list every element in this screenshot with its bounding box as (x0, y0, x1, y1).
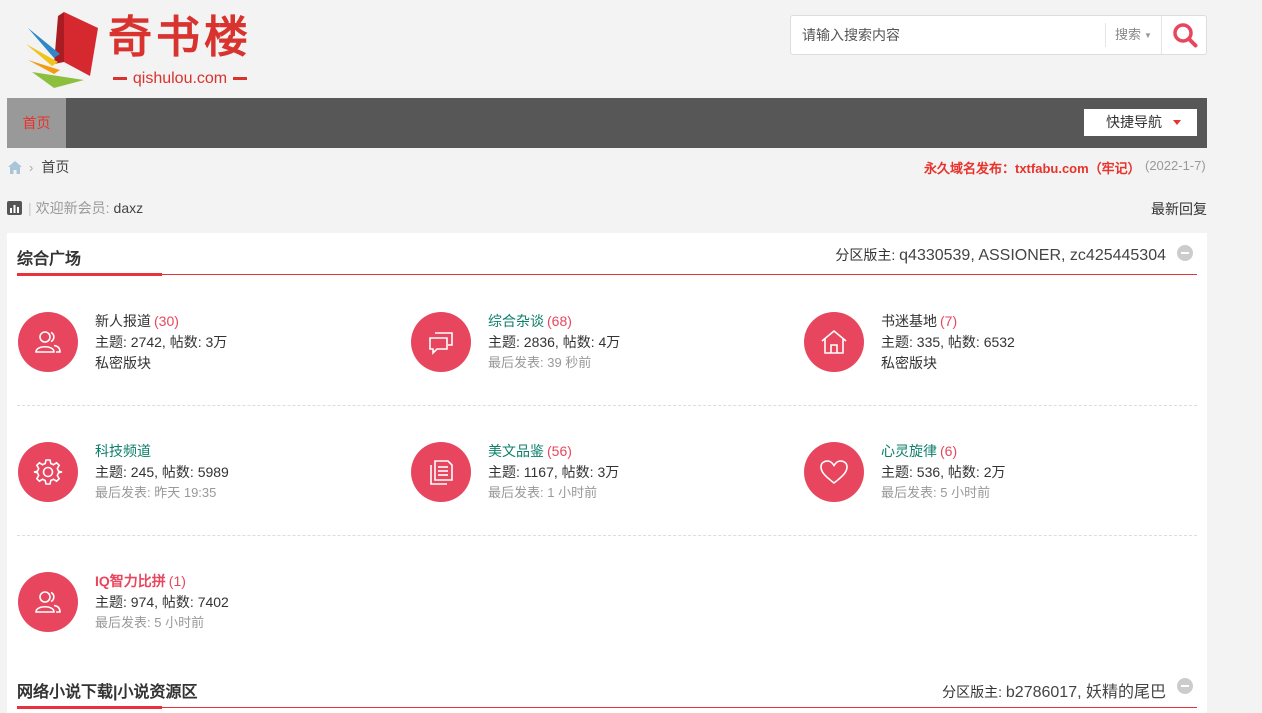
quick-nav-label: 快捷导航 (1106, 114, 1162, 130)
forum-stats: 主题: 2836, 帖数: 4万 (488, 334, 621, 350)
section-moderators: 分区版主: b2786017, 妖精的尾巴 (942, 678, 1166, 702)
search-type-label: 搜索 (1115, 27, 1142, 42)
chat-icon[interactable] (411, 312, 471, 372)
main-nav: 首页 快捷导航 (7, 98, 1207, 148)
section-header: 综合广场 分区版主: q4330539, ASSIONER, zc4254453… (17, 233, 1197, 276)
moderator-names[interactable]: q4330539, ASSIONER, zc425445304 (899, 247, 1166, 264)
section-title[interactable]: 综合广场 (17, 245, 81, 269)
stats-icon[interactable] (7, 201, 22, 215)
moderators-label: 分区版主: (835, 247, 896, 263)
logo-title: 奇书楼 (108, 12, 252, 63)
forum-last-post[interactable]: 最后发表: 5 小时前 (95, 614, 204, 632)
forum-section: 综合广场 分区版主: q4330539, ASSIONER, zc4254453… (7, 233, 1207, 713)
forum-item[interactable]: 科技频道 主题: 245, 帖数: 5989 最后发表: 昨天 19:35 (18, 442, 398, 506)
section-title-underline (17, 706, 162, 709)
home-icon[interactable] (804, 312, 864, 372)
forum-stats: 主题: 536, 帖数: 2万 (881, 464, 1006, 480)
search-input[interactable] (791, 16, 1105, 54)
moderator-names[interactable]: b2786017, 妖精的尾巴 (1006, 684, 1166, 701)
logo-domain: qishulou.com (104, 70, 256, 88)
search-icon (1172, 23, 1197, 48)
welcome-label: 欢迎新会员: (35, 200, 110, 216)
forum-item[interactable]: IQ智力比拼 (1) 主题: 974, 帖数: 7402 最后发表: 5 小时前 (18, 572, 398, 636)
gear-icon[interactable] (18, 442, 78, 502)
section-moderators: 分区版主: q4330539, ASSIONER, zc425445304 (835, 245, 1166, 265)
quick-nav-button[interactable]: 快捷导航 (1084, 109, 1197, 136)
collapse-icon[interactable] (1177, 678, 1193, 694)
breadcrumb: › 首页 (8, 158, 69, 176)
nav-home[interactable]: 首页 (7, 98, 66, 148)
new-member-link[interactable]: daxz (114, 200, 144, 216)
forum-item[interactable]: 综合杂谈 (68) 主题: 2836, 帖数: 4万 最后发表: 39 秒前 (411, 312, 791, 376)
row-divider (17, 535, 1197, 536)
collapse-icon[interactable] (1177, 245, 1193, 261)
forum-name[interactable]: IQ智力比拼 (1) (95, 572, 186, 590)
forum-item[interactable]: 心灵旋律 (6) 主题: 536, 帖数: 2万 最后发表: 5 小时前 (804, 442, 1184, 506)
latest-replies-link[interactable]: 最新回复 (1151, 199, 1207, 219)
search-button[interactable] (1161, 16, 1207, 54)
users-icon[interactable] (18, 312, 78, 372)
row-divider (17, 405, 1197, 406)
forum-name[interactable]: 新人报道 (30) (95, 312, 179, 330)
forum-last-post[interactable]: 最后发表: 昨天 19:35 (95, 484, 216, 502)
section-title-underline (17, 273, 162, 276)
forum-stats: 主题: 974, 帖数: 7402 (95, 594, 229, 610)
forum-item[interactable]: 书迷基地 (7) 主题: 335, 帖数: 6532 私密版块 (804, 312, 1184, 376)
search-type-dropdown[interactable]: 搜索 ▼ (1105, 23, 1161, 47)
search-box: 搜索▼ (790, 15, 1207, 55)
forum-name[interactable]: 科技频道 (95, 442, 154, 460)
forum-item[interactable]: 美文品鉴 (56) 主题: 1167, 帖数: 3万 最后发表: 1 小时前 (411, 442, 791, 506)
forum-name[interactable]: 美文品鉴 (56) (488, 442, 572, 460)
moderators-label: 分区版主: (942, 684, 1003, 700)
forum-stats: 主题: 2742, 帖数: 3万 (95, 334, 228, 350)
domain-notice-link[interactable]: 永久域名发布：txtfabu.com（牢记） (924, 158, 1141, 177)
domain-notice-date: (2022-1-7) (1145, 158, 1206, 173)
forum-name[interactable]: 书迷基地 (7) (881, 312, 957, 330)
divider: | (28, 200, 32, 216)
section-header: 网络小说下载|小说资源区 分区版主: b2786017, 妖精的尾巴 (17, 666, 1197, 709)
welcome-bar: | 欢迎新会员: daxz (7, 199, 143, 217)
heart-icon[interactable] (804, 442, 864, 502)
forum-name[interactable]: 综合杂谈 (68) (488, 312, 572, 330)
breadcrumb-separator: › (29, 159, 34, 175)
document-icon[interactable] (411, 442, 471, 502)
forum-last-post[interactable]: 最后发表: 5 小时前 (881, 484, 990, 502)
forum-last-post: 私密版块 (95, 355, 151, 371)
forum-name[interactable]: 心灵旋律 (6) (881, 442, 957, 460)
forum-stats: 主题: 245, 帖数: 5989 (95, 464, 229, 480)
breadcrumb-current[interactable]: 首页 (41, 157, 69, 177)
caret-down-icon (1173, 120, 1181, 125)
site-header: 奇书楼 qishulou.com 搜索▼ (0, 0, 1262, 98)
books-logo-icon (26, 12, 98, 88)
home-icon[interactable] (8, 160, 22, 174)
forum-last-post[interactable]: 最后发表: 1 小时前 (488, 484, 597, 502)
caret-down-icon: ▼ (1144, 30, 1152, 40)
forum-item[interactable]: 新人报道 (30) 主题: 2742, 帖数: 3万 私密版块 (18, 312, 398, 376)
forum-last-post[interactable]: 最后发表: 39 秒前 (488, 354, 591, 372)
site-logo[interactable]: 奇书楼 qishulou.com (24, 6, 264, 92)
forum-stats: 主题: 335, 帖数: 6532 (881, 334, 1015, 350)
forum-stats: 主题: 1167, 帖数: 3万 (488, 464, 620, 480)
section-title[interactable]: 网络小说下载|小说资源区 (17, 678, 197, 702)
forum-last-post: 私密版块 (881, 355, 937, 371)
users-icon[interactable] (18, 572, 78, 632)
